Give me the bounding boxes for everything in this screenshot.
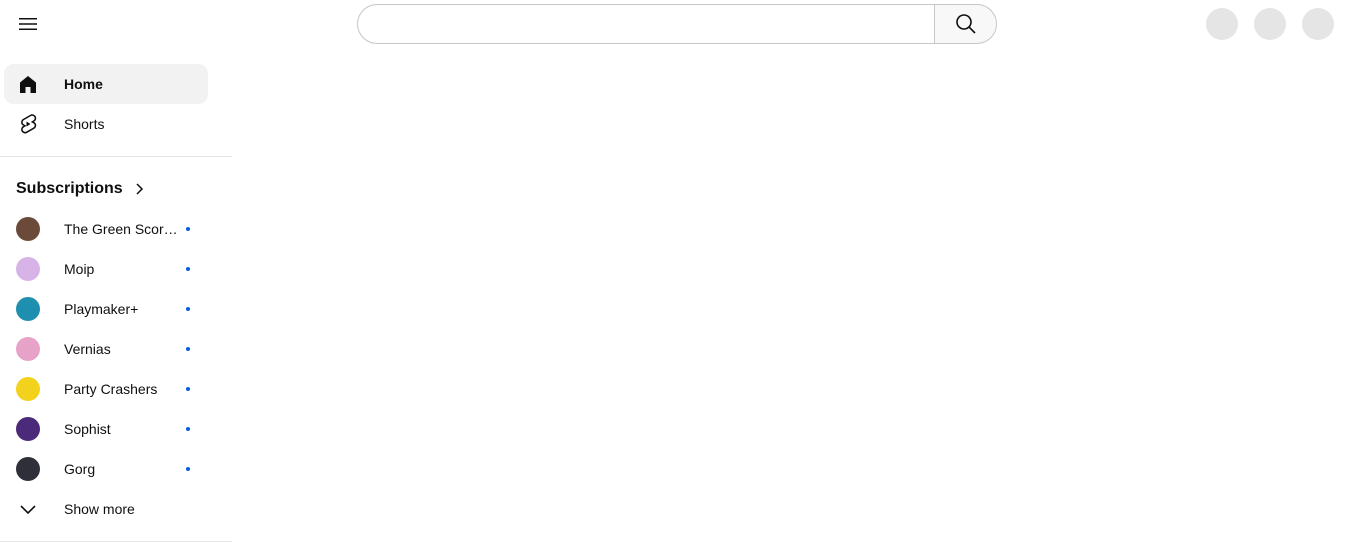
channel-name: Vernias — [64, 341, 111, 357]
channel-name: Playmaker+ — [64, 301, 139, 317]
channel-name: The Green Scorpion — [64, 221, 180, 237]
sidebar-item-label: Shorts — [64, 116, 105, 132]
channel-name: Party Crashers — [64, 381, 158, 397]
sidebar: Home Shorts Subscriptions The Green Scor… — [0, 56, 232, 542]
divider — [0, 541, 232, 542]
subscriptions-list: The Green Scorpion Moip Playmaker+ Verni… — [0, 209, 232, 489]
channel-avatar — [16, 297, 40, 321]
sidebar-item-home[interactable]: Home — [4, 64, 208, 104]
search-input[interactable] — [357, 4, 934, 44]
menu-button[interactable] — [8, 4, 48, 44]
subscription-item[interactable]: Playmaker+ — [4, 289, 208, 329]
channel-avatar — [16, 457, 40, 481]
new-content-dot — [186, 387, 190, 391]
show-more-button[interactable]: Show more — [4, 489, 208, 529]
header-action-placeholder-1[interactable] — [1206, 8, 1238, 40]
subscription-item[interactable]: The Green Scorpion — [4, 209, 208, 249]
sidebar-item-label: Home — [64, 76, 103, 92]
avatar-placeholder[interactable] — [1302, 8, 1334, 40]
new-content-dot — [186, 427, 190, 431]
search-icon — [955, 14, 976, 34]
search-bar — [357, 4, 997, 44]
search-button[interactable] — [934, 4, 997, 44]
home-icon — [16, 72, 40, 96]
subscription-item[interactable]: Gorg — [4, 449, 208, 489]
show-more-label: Show more — [64, 501, 135, 517]
channel-name: Moip — [64, 261, 95, 277]
channel-avatar — [16, 417, 40, 441]
subscriptions-header[interactable]: Subscriptions — [0, 169, 232, 209]
header-action-placeholder-2[interactable] — [1254, 8, 1286, 40]
chevron-down-icon — [16, 497, 40, 521]
chevron-right-icon — [131, 181, 147, 197]
channel-name: Sophist — [64, 421, 111, 437]
channel-name: Gorg — [64, 461, 96, 477]
channel-avatar — [16, 377, 40, 401]
new-content-dot — [186, 347, 190, 351]
sidebar-item-shorts[interactable]: Shorts — [4, 104, 208, 144]
subscription-item[interactable]: Moip — [4, 249, 208, 289]
subscription-item[interactable]: Vernias — [4, 329, 208, 369]
new-content-dot — [186, 267, 190, 271]
divider — [0, 156, 232, 157]
channel-avatar — [16, 217, 40, 241]
channel-avatar — [16, 257, 40, 281]
channel-avatar — [16, 337, 40, 361]
subscription-item[interactable]: Party Crashers — [4, 369, 208, 409]
subscriptions-title: Subscriptions — [16, 180, 123, 197]
subscription-item[interactable]: Sophist — [4, 409, 208, 449]
hamburger-icon — [19, 18, 37, 30]
new-content-dot — [186, 307, 190, 311]
shorts-icon — [16, 112, 40, 136]
new-content-dot — [186, 467, 190, 471]
new-content-dot — [186, 227, 190, 231]
